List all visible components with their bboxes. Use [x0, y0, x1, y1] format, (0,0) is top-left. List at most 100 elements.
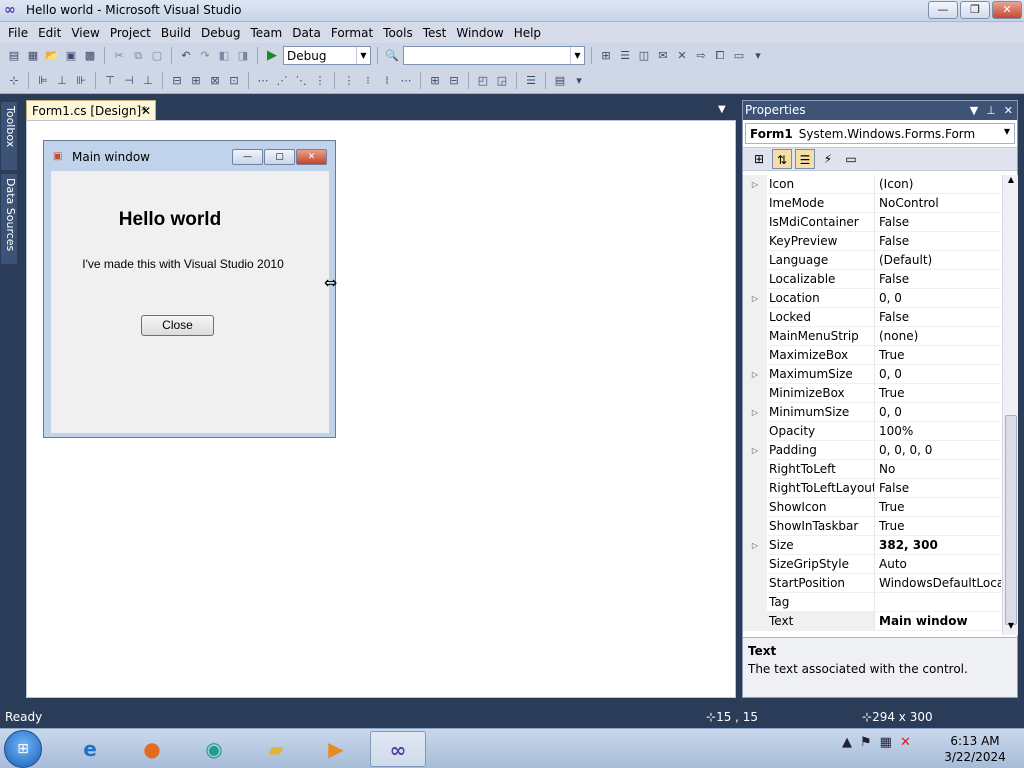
property-value[interactable]: True [875, 384, 1001, 402]
properties-window-icon[interactable]: ☰ [617, 48, 633, 64]
property-row[interactable]: ▷ Icon (Icon) [743, 175, 1001, 194]
property-value[interactable]: False [875, 213, 1001, 231]
designed-form[interactable]: ▣ Main window — ▢ ✕ Hello world I've mad… [43, 140, 336, 438]
property-value[interactable]: No [875, 460, 1001, 478]
align-centers-icon[interactable]: ⊥ [54, 73, 70, 89]
menu-project[interactable]: Project [105, 23, 156, 43]
property-row[interactable]: ShowInTaskbar True [743, 517, 1001, 536]
make-same-height-icon[interactable]: ⊠ [207, 73, 223, 89]
internet-explorer-icon[interactable]: e [62, 731, 118, 767]
visual-studio-task-icon[interactable]: ∞ [370, 731, 426, 767]
scroll-down-icon[interactable]: ▼ [1003, 621, 1019, 635]
property-row[interactable]: IsMdiContainer False [743, 213, 1001, 232]
command-window-icon[interactable]: ▭ [731, 48, 747, 64]
expand-arrow-icon[interactable]: ▷ [743, 403, 767, 421]
property-value[interactable]: 382, 300 [875, 536, 1001, 554]
network-icon[interactable]: ▦ [880, 735, 892, 750]
align-to-grid-icon[interactable]: ⊹ [6, 73, 22, 89]
navigate-backward-icon[interactable]: ◧ [216, 48, 232, 64]
property-grid-scrollbar[interactable]: ▲ ▼ [1002, 175, 1018, 635]
property-value[interactable]: (Icon) [875, 175, 1001, 193]
property-value[interactable]: Auto [875, 555, 1001, 573]
property-row[interactable]: StartPositionWindowsDefaultLocation [743, 574, 1001, 593]
property-row[interactable]: ShowIcon True [743, 498, 1001, 517]
save-icon[interactable]: ▣ [63, 48, 79, 64]
find-combo[interactable]: ▼ [403, 46, 585, 65]
expand-arrow-icon[interactable]: ▷ [743, 289, 767, 307]
vertical-spacing-remove-icon[interactable]: ⋯ [398, 73, 414, 89]
add-item-icon[interactable]: ▦ [25, 48, 41, 64]
find-in-files-icon[interactable]: 🔍 [384, 48, 400, 64]
menu-data[interactable]: Data [287, 23, 326, 43]
data-sources-tab[interactable]: Data Sources [1, 174, 17, 264]
make-same-width-icon[interactable]: ⊟ [169, 73, 185, 89]
make-same-size-icon[interactable]: ⊡ [226, 73, 242, 89]
file-explorer-icon[interactable]: ▰ [248, 731, 304, 767]
toolbar-options-icon[interactable]: ▾ [571, 73, 587, 89]
object-browser-icon[interactable]: ◫ [636, 48, 652, 64]
form-client-area[interactable]: Hello world I've made this with Visual S… [51, 171, 329, 433]
alphabetical-icon[interactable]: ⇅ [772, 149, 792, 169]
open-file-icon[interactable]: 📂 [44, 48, 60, 64]
expand-arrow-icon[interactable]: ▷ [743, 365, 767, 383]
tab-order-icon[interactable]: ☰ [523, 73, 539, 89]
property-value[interactable]: 0, 0, 0, 0 [875, 441, 1001, 459]
media-player-icon[interactable]: ▶ [308, 731, 364, 767]
start-page-icon[interactable]: ⇨ [693, 48, 709, 64]
expand-arrow-icon[interactable]: ▷ [743, 441, 767, 459]
cut-icon[interactable]: ✂ [111, 48, 127, 64]
redo-icon[interactable]: ↷ [197, 48, 213, 64]
property-value[interactable]: False [875, 270, 1001, 288]
align-lefts-icon[interactable]: ⊫ [35, 73, 51, 89]
tools-icon[interactable]: ✕ [674, 48, 690, 64]
undo-icon[interactable]: ↶ [178, 48, 194, 64]
center-horizontally-icon[interactable]: ⊞ [427, 73, 443, 89]
menu-help[interactable]: Help [509, 23, 546, 43]
property-value[interactable]: True [875, 498, 1001, 516]
property-row[interactable]: SizeGripStyle Auto [743, 555, 1001, 574]
menu-window[interactable]: Window [451, 23, 508, 43]
align-bottoms-icon[interactable]: ⊥ [140, 73, 156, 89]
menu-tools[interactable]: Tools [378, 23, 418, 43]
save-all-icon[interactable]: ▩ [82, 48, 98, 64]
clock[interactable]: 6:13 AM 3/22/2024 [940, 733, 1010, 765]
property-row[interactable]: ▷ MinimumSize 0, 0 [743, 403, 1001, 422]
form-close-button[interactable]: Close [141, 315, 214, 336]
document-list-chevron-icon[interactable]: ▼ [718, 104, 726, 115]
horizontal-spacing-decrease-icon[interactable]: ⋱ [293, 73, 309, 89]
property-row[interactable]: ▷ Size 382, 300 [743, 536, 1001, 555]
property-value[interactable]: 0, 0 [875, 403, 1001, 421]
vertical-spacing-decrease-icon[interactable]: ⁞ [379, 73, 395, 89]
property-row[interactable]: MaximizeBox True [743, 346, 1001, 365]
navigate-forward-icon[interactable]: ◨ [235, 48, 251, 64]
property-value[interactable]: False [875, 308, 1001, 326]
close-tab-icon[interactable]: ✕ [141, 101, 151, 121]
menu-build[interactable]: Build [156, 23, 196, 43]
menu-view[interactable]: View [66, 23, 104, 43]
minimize-button[interactable]: — [928, 1, 958, 19]
property-value[interactable]: (none) [875, 327, 1001, 345]
property-row[interactable]: RightToLeftLayout False [743, 479, 1001, 498]
categorized-icon[interactable]: ⊞ [749, 149, 769, 169]
action-center-flag-icon[interactable]: ⚑ [860, 735, 872, 750]
property-row[interactable]: Language (Default) [743, 251, 1001, 270]
property-row[interactable]: Localizable False [743, 270, 1001, 289]
property-row[interactable]: RightToLeft No [743, 460, 1001, 479]
pin-icon[interactable]: ⊥ [986, 101, 996, 120]
solution-explorer-icon[interactable]: ⊞ [598, 48, 614, 64]
property-row[interactable]: Locked False [743, 308, 1001, 327]
property-row[interactable]: Opacity 100% [743, 422, 1001, 441]
horizontal-spacing-increase-icon[interactable]: ⋰ [274, 73, 290, 89]
property-value[interactable]: 0, 0 [875, 289, 1001, 307]
vertical-spacing-increase-icon[interactable]: ⁝ [360, 73, 376, 89]
media-app-icon[interactable]: ◉ [186, 731, 242, 767]
property-value[interactable]: WindowsDefaultLocation [875, 574, 1001, 592]
chevron-down-icon[interactable]: ▼ [970, 101, 978, 120]
extension-manager-icon[interactable]: ⧠ [712, 48, 728, 64]
property-row[interactable]: ▷ Padding 0, 0, 0, 0 [743, 441, 1001, 460]
expand-arrow-icon[interactable]: ▷ [743, 536, 767, 554]
scroll-thumb[interactable] [1005, 415, 1017, 625]
hello-label[interactable]: Hello world [51, 209, 289, 231]
property-value[interactable]: Main window [875, 612, 1001, 630]
description-label[interactable]: I've made this with Visual Studio 2010 [51, 257, 315, 271]
